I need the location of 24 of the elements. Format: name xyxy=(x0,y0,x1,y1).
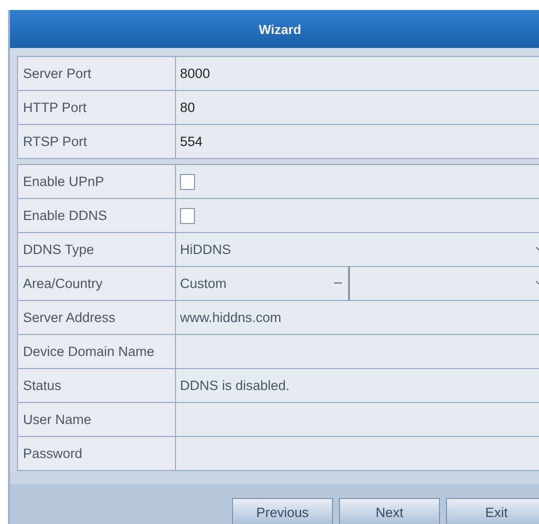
field-label: Server Port xyxy=(18,57,176,90)
field-label: Password xyxy=(18,437,176,470)
checkbox[interactable] xyxy=(180,174,195,190)
wizard-button[interactable]: Exit xyxy=(446,498,539,524)
input-field[interactable]: 8000 xyxy=(176,57,539,90)
dropdown[interactable]: HiDDNS xyxy=(176,233,539,266)
field-label: Device Domain Name xyxy=(18,335,176,368)
field-label: User Name xyxy=(18,403,176,436)
input-field[interactable]: 554 xyxy=(176,125,539,158)
field-label: Enable UPnP xyxy=(18,165,176,198)
field-label: HTTP Port xyxy=(18,91,176,124)
input-field[interactable]: DDNS is disabled. xyxy=(176,369,539,402)
field-label: RTSP Port xyxy=(18,125,176,158)
wizard-button[interactable]: Next xyxy=(339,498,440,524)
field-label: Status xyxy=(18,369,176,402)
input-field[interactable]: www.hiddns.com xyxy=(176,301,539,334)
field-label: Server Address xyxy=(18,301,176,334)
window-title: Wizard xyxy=(258,22,302,36)
checkbox[interactable] xyxy=(180,208,195,224)
field-label: Enable DDNS xyxy=(18,199,176,232)
input-field[interactable]: 80 xyxy=(176,91,539,124)
field-label: DDNS Type xyxy=(18,233,176,266)
field-label: Area/Country xyxy=(18,267,176,300)
wizard-button[interactable]: Previous xyxy=(232,498,333,524)
